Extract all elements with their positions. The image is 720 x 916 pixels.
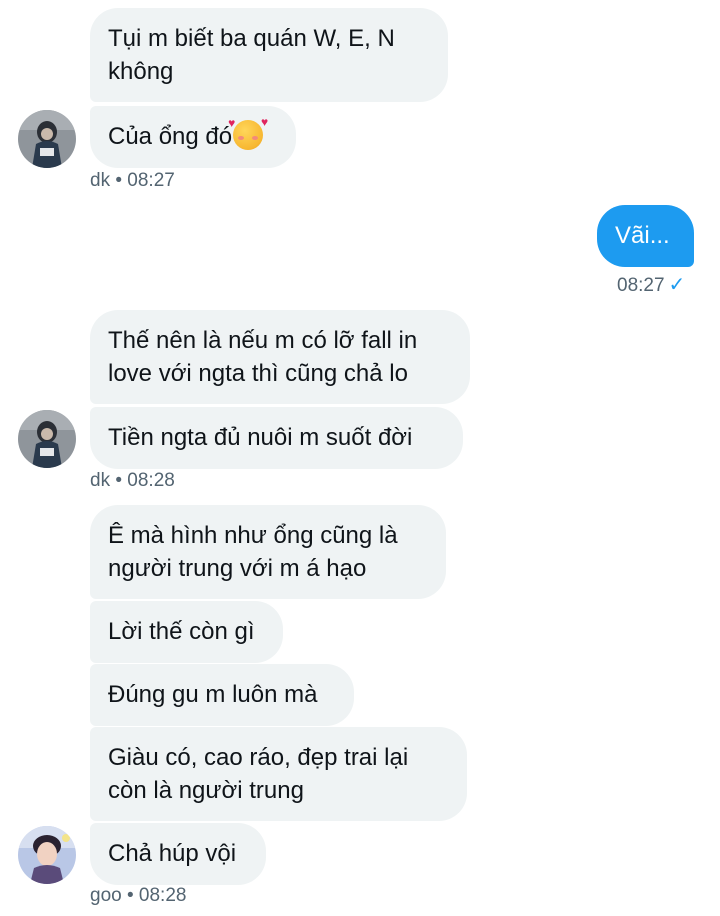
smiling-face-with-hearts-icon: ♥ ♥ <box>228 116 268 150</box>
message-bubble[interactable]: Tụi m biết ba quán W, E, N không <box>90 8 448 102</box>
message-text: Đúng gu m luôn mà <box>108 681 318 708</box>
message-text: Chả húp vội <box>108 840 237 867</box>
message-bubble[interactable]: Thế nên là nếu m có lỡ fall in love với … <box>90 310 470 404</box>
separator: • <box>126 885 134 906</box>
timestamp: 08:27 <box>617 275 665 296</box>
message-meta: 08:27 ✓ <box>617 272 685 297</box>
sender-name: goo <box>90 885 122 906</box>
checkmark-icon: ✓ <box>668 274 686 296</box>
message-bubble[interactable]: Đúng gu m luôn mà <box>90 664 354 726</box>
timestamp: 08:28 <box>138 885 187 906</box>
message-bubble[interactable]: Của ổng đó ♥ ♥ <box>90 106 296 168</box>
message-bubble[interactable]: Giàu có, cao ráo, đẹp trai lại còn là ng… <box>90 727 467 821</box>
timestamp: 08:28 <box>127 470 175 491</box>
sender-name: dk <box>90 170 111 191</box>
message-text: Giàu có, cao ráo, đẹp trai lại còn là ng… <box>108 744 409 804</box>
message-text: Tụi m biết ba quán W, E, N không <box>108 25 395 85</box>
message-text: Thế nên là nếu m có lỡ fall in love với … <box>108 327 418 387</box>
message-text: Ê mà hình như ổng cũng là người trung vớ… <box>108 522 398 582</box>
separator: • <box>115 170 123 191</box>
message-bubble[interactable]: Chả húp vội <box>90 823 266 885</box>
avatar[interactable] <box>18 110 76 168</box>
message-text: Lời thế còn gì <box>108 618 255 645</box>
message-bubble[interactable]: Ê mà hình như ổng cũng là người trung vớ… <box>90 505 446 599</box>
timestamp: 08:27 <box>127 170 175 191</box>
message-bubble[interactable]: Tiền ngta đủ nuôi m suốt đời <box>90 407 463 469</box>
message-meta: dk • 08:27 <box>90 170 175 192</box>
avatar[interactable] <box>18 410 76 468</box>
message-meta: goo • 08:28 <box>90 885 186 907</box>
message-bubble[interactable]: Vãi... <box>597 205 694 267</box>
sender-name: dk <box>90 470 111 491</box>
message-text: Vãi... <box>615 222 670 249</box>
avatar[interactable] <box>18 826 76 884</box>
message-text: Của ổng đó <box>108 123 233 150</box>
message-text: Tiền ngta đủ nuôi m suốt đời <box>108 424 413 451</box>
message-meta: dk • 08:28 <box>90 470 175 492</box>
message-bubble[interactable]: Lời thế còn gì <box>90 601 283 663</box>
separator: • <box>115 470 123 491</box>
